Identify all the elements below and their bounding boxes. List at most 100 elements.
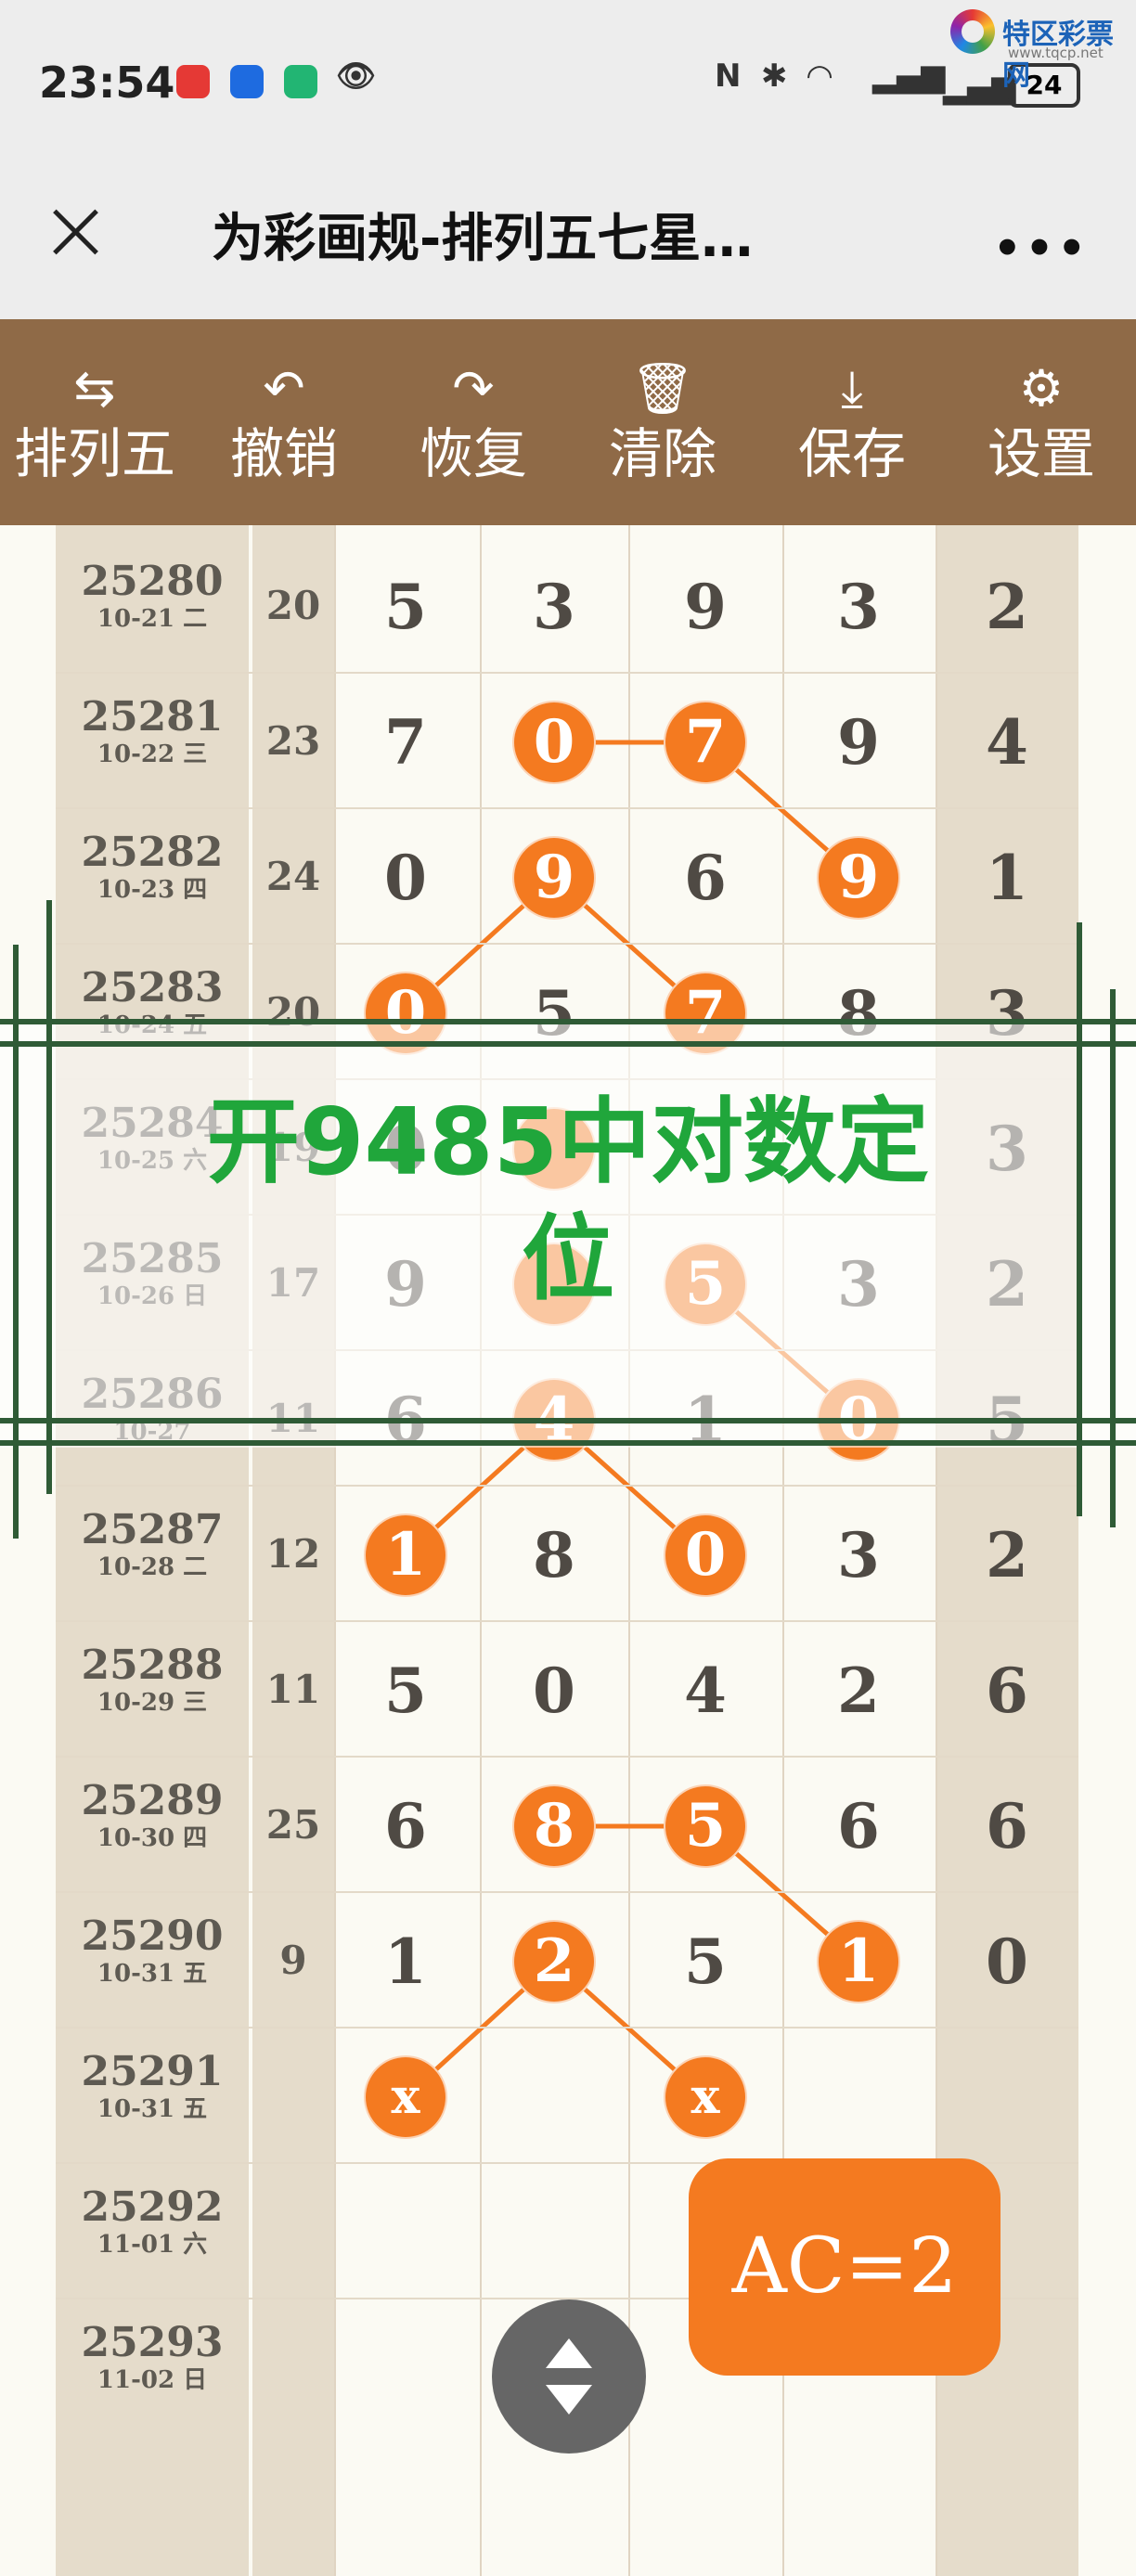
sum-value: 24 bbox=[265, 854, 321, 899]
app-notification-icon bbox=[230, 65, 264, 98]
digit-cell[interactable]: 0 bbox=[967, 1922, 1047, 2002]
issue-date: 10-29 三 bbox=[97, 1689, 208, 1717]
digit-cell[interactable]: 9 bbox=[665, 567, 745, 647]
app-notification-icon bbox=[176, 65, 210, 98]
digit-cell[interactable]: 3 bbox=[819, 1515, 898, 1595]
highlighted-digit[interactable]: 2 bbox=[514, 1922, 594, 2002]
grid-row-line bbox=[56, 1891, 1078, 1893]
banner-line: 开9485中对数定 bbox=[206, 1088, 930, 1196]
issue-cell: 25288 10-29 三 bbox=[56, 1642, 249, 1718]
highlighted-digit[interactable]: 9 bbox=[819, 838, 898, 918]
toolbar-button-label: 排列五 bbox=[13, 422, 175, 485]
digit-cell[interactable]: 6 bbox=[366, 1786, 445, 1866]
highlighted-digit[interactable]: 5 bbox=[665, 1786, 745, 1866]
banner-frame-line bbox=[13, 945, 19, 1539]
gear-icon: ⚙ bbox=[1018, 359, 1065, 418]
grid-row-line bbox=[56, 943, 1078, 945]
watermark-url: www.tqcp.net bbox=[1008, 45, 1104, 61]
digit-cell[interactable]: 9 bbox=[819, 702, 898, 782]
toolbar-button-0[interactable]: ⇆ 排列五 bbox=[0, 319, 189, 525]
digit-cell[interactable]: 8 bbox=[514, 1515, 594, 1595]
issue-number: 25287 bbox=[81, 1506, 224, 1553]
digit-cell[interactable]: 6 bbox=[665, 838, 745, 918]
toolbar-button-label: 恢复 bbox=[419, 422, 527, 485]
clock: 23:54 bbox=[39, 58, 175, 108]
digit-cell[interactable]: 6 bbox=[819, 1786, 898, 1866]
digit-cell[interactable]: 1 bbox=[967, 838, 1047, 918]
digit-cell[interactable]: 2 bbox=[967, 567, 1047, 647]
digit-cell[interactable]: 2 bbox=[967, 1515, 1047, 1595]
nfc-icon: N bbox=[715, 58, 742, 95]
highlighted-digit[interactable]: 1 bbox=[819, 1922, 898, 2002]
digit-cell[interactable]: 5 bbox=[366, 1651, 445, 1731]
sum-value: 20 bbox=[265, 583, 321, 628]
status-bar: 23:54 👁 N ✱ ◠ ▂▄▆ ▂▄▆ 24 特区彩票网 www.tqcp.… bbox=[0, 0, 1136, 167]
issue-cell: 25291 10-31 五 bbox=[56, 2049, 249, 2124]
toolbar-button-3[interactable]: 🗑 清除 bbox=[568, 319, 757, 525]
ac-value-badge[interactable]: AC=2 bbox=[689, 2158, 1000, 2376]
digit-cell[interactable]: 2 bbox=[819, 1651, 898, 1731]
digit-cell[interactable]: 7 bbox=[366, 702, 445, 782]
digit-cell[interactable]: 4 bbox=[967, 702, 1047, 782]
swap-icon: ⇆ bbox=[73, 359, 116, 418]
issue-number: 25290 bbox=[81, 1913, 224, 1960]
banner-line: 位 bbox=[522, 1204, 614, 1313]
digit-cell[interactable]: 0 bbox=[514, 1651, 594, 1731]
digit-cell[interactable]: 4 bbox=[665, 1651, 745, 1731]
bluetooth-icon: ✱ bbox=[761, 58, 788, 95]
highlighted-digit[interactable]: 7 bbox=[665, 702, 745, 782]
digit-cell[interactable]: 5 bbox=[366, 567, 445, 647]
highlighted-digit[interactable]: 1 bbox=[366, 1515, 445, 1595]
wifi-icon: ◠ bbox=[807, 58, 833, 95]
banner-frame-line bbox=[1110, 989, 1116, 1527]
scroll-toggle-button[interactable] bbox=[492, 2299, 646, 2454]
highlighted-digit[interactable]: 0 bbox=[665, 1515, 745, 1595]
grid-row-line bbox=[56, 1485, 1078, 1487]
sum-value: 23 bbox=[265, 718, 321, 764]
toolbar-button-2[interactable]: ↷ 恢复 bbox=[379, 319, 568, 525]
banner-frame-line bbox=[46, 900, 52, 1494]
digit-cell[interactable]: 6 bbox=[967, 1786, 1047, 1866]
highlighted-digit[interactable]: 0 bbox=[514, 702, 594, 782]
watermark-logo-icon bbox=[950, 9, 995, 54]
signal-icon: ▂▄▆ bbox=[872, 58, 946, 95]
issue-number: 25283 bbox=[81, 964, 224, 1011]
digit-cell[interactable]: 0 bbox=[366, 838, 445, 918]
more-menu-icon[interactable]: ••• bbox=[993, 223, 1090, 275]
digit-cell[interactable]: 6 bbox=[967, 1651, 1047, 1731]
grid-row-line bbox=[56, 1620, 1078, 1622]
close-icon[interactable] bbox=[43, 200, 108, 264]
highlighted-digit[interactable]: x bbox=[665, 2057, 745, 2137]
issue-date: 10-31 五 bbox=[97, 2095, 208, 2123]
toolbar-button-5[interactable]: ⚙ 设置 bbox=[947, 319, 1136, 525]
issue-date: 10-30 四 bbox=[97, 1824, 208, 1852]
highlighted-digit[interactable]: x bbox=[366, 2057, 445, 2137]
highlighted-digit[interactable]: 8 bbox=[514, 1786, 594, 1866]
digit-cell[interactable]: 5 bbox=[665, 1922, 745, 2002]
toolbar-button-label: 清除 bbox=[608, 422, 716, 485]
issue-number: 25280 bbox=[81, 558, 224, 605]
issue-cell: 25292 11-01 六 bbox=[56, 2183, 249, 2260]
toolbar-button-label: 撤销 bbox=[229, 422, 338, 485]
issue-number: 25281 bbox=[81, 693, 224, 741]
issue-date: 11-02 日 bbox=[97, 2366, 208, 2394]
chevron-up-icon bbox=[546, 2338, 592, 2368]
issue-number: 25293 bbox=[81, 2319, 224, 2366]
issue-number: 25292 bbox=[81, 2183, 224, 2231]
digit-cell[interactable]: 3 bbox=[819, 567, 898, 647]
sum-value: 9 bbox=[279, 1938, 307, 1983]
issue-number: 25289 bbox=[81, 1777, 224, 1824]
banner-text: 开9485中对数定 位 bbox=[85, 1084, 1051, 1318]
toolbar: ⇆ 排列五 ↶ 撤销 ↷ 恢复 🗑 清除 ⤓ 保存 ⚙ 设置 bbox=[0, 319, 1136, 525]
toolbar-button-label: 设置 bbox=[987, 422, 1095, 485]
digit-cell[interactable]: 3 bbox=[514, 567, 594, 647]
redo-icon: ↷ bbox=[452, 359, 495, 418]
highlighted-digit[interactable]: 9 bbox=[514, 838, 594, 918]
sum-value: 12 bbox=[265, 1531, 321, 1577]
toolbar-button-4[interactable]: ⤓ 保存 bbox=[757, 319, 947, 525]
toolbar-button-1[interactable]: ↶ 撤销 bbox=[189, 319, 379, 525]
app-notification-icon bbox=[284, 65, 317, 98]
issue-date: 10-21 二 bbox=[97, 605, 208, 633]
digit-cell[interactable]: 1 bbox=[366, 1922, 445, 2002]
issue-cell: 25287 10-28 二 bbox=[56, 1506, 249, 1582]
